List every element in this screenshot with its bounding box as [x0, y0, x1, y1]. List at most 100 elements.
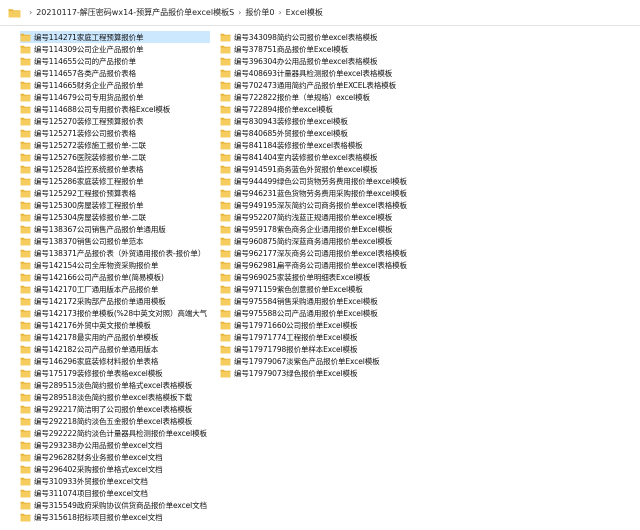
folder-item[interactable]: 编号17971660公司报价单Excel模板 [220, 319, 460, 331]
folder-item[interactable]: 编号114655公司的产品报价单 [20, 55, 210, 67]
folder-item[interactable]: 编号296282财务业务报价单excel文档 [20, 451, 210, 463]
folder-item[interactable]: 编号962981扁平商务公司通用报价单excel表格模板 [220, 259, 460, 271]
folder-item[interactable]: 编号138370销售公司报价单范本 [20, 235, 210, 247]
folder-item[interactable]: 编号315549政府采购协议供货商品报价单excel文档 [20, 499, 210, 511]
folder-item[interactable]: 编号125292工程报价预算表格 [20, 187, 210, 199]
folder-item[interactable]: 编号142170工厂通用版本产品报价单 [20, 283, 210, 295]
folder-icon [220, 237, 231, 245]
folder-item[interactable]: 编号971159紫色创意报价单Excel模板 [220, 283, 460, 295]
folder-item[interactable]: 编号146296家庭装修材料报价单表格 [20, 355, 210, 367]
breadcrumb-item[interactable]: 报价单0 [245, 7, 274, 18]
folder-item[interactable]: 编号289518淡色简约报价单excel表格模板下载 [20, 391, 210, 403]
folder-icon [20, 105, 31, 113]
folder-item[interactable]: 编号125304房屋装修报价单-二联 [20, 211, 210, 223]
folder-item[interactable]: 编号841184装修报价单excel表格模板 [220, 139, 460, 151]
folder-item[interactable]: 编号396304办公用品报价单excel表格模板 [220, 55, 460, 67]
folder-name: 编号114655公司的产品报价单 [34, 56, 137, 66]
folder-item[interactable]: 编号114271家庭工程预算报价单 [20, 31, 210, 43]
folder-item[interactable]: 编号914591商务蓝色外贸报价单excel模板 [220, 163, 460, 175]
folder-item[interactable]: 编号17971798报价单样本Excel模板 [220, 343, 460, 355]
folder-name: 编号315549政府采购协议供货商品报价单excel文档 [34, 500, 207, 510]
folder-item[interactable]: 编号138371产品报价表（外贸通用报价表-报价单） [20, 247, 210, 259]
folder-item[interactable]: 编号142173报价单模板(%28中英文对照）高端大气 [20, 307, 210, 319]
folder-name: 编号125284监控系统报价单表格 [34, 164, 144, 174]
folder-item[interactable]: 编号722822报价单（单规格）excel模板 [220, 91, 460, 103]
folder-item[interactable]: 编号125276医院装修报价单-二联 [20, 151, 210, 163]
folder-item[interactable]: 编号114688公司专用报价表格Excel模板 [20, 103, 210, 115]
folder-item[interactable]: 编号944499绿色公司货物劳务费用报价单excel模板 [220, 175, 460, 187]
folder-icon [20, 201, 31, 209]
folder-icon [20, 93, 31, 101]
folder-icon [20, 381, 31, 389]
folder-item[interactable]: 编号142182公司产品报价单通用版本 [20, 343, 210, 355]
folder-item[interactable]: 编号378751商品报价单Excel模板 [220, 43, 460, 55]
folder-item[interactable]: 编号702473通用简约产品报价单EXCEL表格模板 [220, 79, 460, 91]
folder-item[interactable]: 编号975584销售采购通用报价单Excel模板 [220, 295, 460, 307]
folder-item[interactable]: 编号969025家装报价单明细表Excel模板 [220, 271, 460, 283]
folder-name: 编号125304房屋装修报价单-二联 [34, 212, 147, 222]
folder-item[interactable]: 编号125286家庭装修工程报价单 [20, 175, 210, 187]
folder-item[interactable]: 编号125284监控系统报价单表格 [20, 163, 210, 175]
breadcrumb-separator: › [278, 8, 282, 17]
folder-item[interactable]: 编号125272装修施工报价单-二联 [20, 139, 210, 151]
folder-item[interactable]: 编号17971774工程报价单Excel模板 [220, 331, 460, 343]
folder-item[interactable]: 编号960875简约深蓝商务通用报价单excel模板 [220, 235, 460, 247]
folder-item[interactable]: 编号175179装修报价单表格excel模板 [20, 367, 210, 379]
folder-item[interactable]: 编号142178最实用的产品报价单模板 [20, 331, 210, 343]
folder-name: 编号289515淡色简约报价单格式excel表格模板 [34, 380, 193, 390]
folder-item[interactable]: 编号289515淡色简约报价单格式excel表格模板 [20, 379, 210, 391]
folder-icon [220, 333, 231, 341]
folder-icon [20, 225, 31, 233]
folder-item[interactable]: 编号296402采购报价单格式excel文档 [20, 463, 210, 475]
folder-item[interactable]: 编号114309公司企业产品报价单 [20, 43, 210, 55]
folder-item[interactable]: 编号975588公司产品通用报价单Excel模板 [220, 307, 460, 319]
folder-item[interactable]: 编号17979073绿色报价单Excel模板 [220, 367, 460, 379]
breadcrumb-item[interactable]: Excel模板 [286, 7, 323, 18]
folder-item[interactable]: 编号310933外贸报价单excel文档 [20, 475, 210, 487]
folder-item[interactable]: 编号292218简约淡色五金报价单excel表格模板 [20, 415, 210, 427]
folder-item[interactable]: 编号114665财务企业产品报价单 [20, 79, 210, 91]
folder-item[interactable]: 编号722894报价单excel模板 [220, 103, 460, 115]
folder-item[interactable]: 编号293238办公用品报价单excel文档 [20, 439, 210, 451]
folder-item[interactable]: 编号408693计量器具检测报价单excel表格模板 [220, 67, 460, 79]
folder-item[interactable]: 编号959178紫色商务企业通用报价单Excel模板 [220, 223, 460, 235]
folder-item[interactable]: 编号125271装修公司报价表格 [20, 127, 210, 139]
folder-name: 编号292217简洁明了公司报价单excel表格模板 [34, 404, 193, 414]
folder-item[interactable]: 编号292222简约淡色计量器具检测报价单excel模板 [20, 427, 210, 439]
folder-item[interactable]: 编号142154公司全库物资采购报价单 [20, 259, 210, 271]
folder-item[interactable]: 编号840685外贸报价单excel模板 [220, 127, 460, 139]
folder-item[interactable]: 编号17979067淡紫色产品报价单Excel模板 [220, 355, 460, 367]
folder-icon [20, 489, 31, 497]
folder-item[interactable]: 编号952207简约浅蓝正规通用报价单excel模板 [220, 211, 460, 223]
folder-item[interactable]: 编号125270装修工程预算报价表 [20, 115, 210, 127]
folder-icon [20, 33, 31, 41]
folder-icon [220, 297, 231, 305]
folder-item[interactable]: 编号949195深灰简约公司商务报价单excel表格模板 [220, 199, 460, 211]
folder-item[interactable]: 编号114679公司专用货品报价单 [20, 91, 210, 103]
folder-item[interactable]: 编号292217简洁明了公司报价单excel表格模板 [20, 403, 210, 415]
folder-name: 编号959178紫色商务企业通用报价单Excel模板 [234, 224, 393, 234]
folder-icon [20, 213, 31, 221]
folder-item[interactable]: 编号946231蓝色货物劳务费用采购报价单excel模板 [220, 187, 460, 199]
breadcrumb-item[interactable]: 20210117-解压密码wx14-预算产品报价单excel模板S [36, 7, 234, 18]
folder-item[interactable]: 编号125300房屋装修工程报价单 [20, 199, 210, 211]
folder-name: 编号952207简约浅蓝正规通用报价单excel模板 [234, 212, 393, 222]
address-bar[interactable]: › 20210117-解压密码wx14-预算产品报价单excel模板S › 报价… [0, 0, 640, 26]
folder-item[interactable]: 编号114657各类产品报价表格 [20, 67, 210, 79]
folder-item[interactable]: 编号142166公司产品报价单(简易模板) [20, 271, 210, 283]
folder-item[interactable]: 编号138367公司销售产品报价单通用版 [20, 223, 210, 235]
folder-item[interactable]: 编号311074项目报价单excel文档 [20, 487, 210, 499]
folder-icon [20, 345, 31, 353]
folder-item[interactable]: 编号142176外贸中英文报价单模板 [20, 319, 210, 331]
folder-icon [20, 357, 31, 365]
folder-item[interactable]: 编号315618招标项目报价单excel文档 [20, 511, 210, 523]
folder-item[interactable]: 编号142172采购部产品报价单通用模板 [20, 295, 210, 307]
folder-icon [20, 477, 31, 485]
folder-item[interactable]: 编号962177深灰商务公司通用报价单excel表格模板 [220, 247, 460, 259]
folder-item[interactable]: 编号343098简约公司报价单excel表格模板 [220, 31, 460, 43]
folder-name: 编号142154公司全库物资采购报价单 [34, 260, 159, 270]
folder-name: 编号114679公司专用货品报价单 [34, 92, 144, 102]
folder-item[interactable]: 编号841404室内装修报价单excel表格模板 [220, 151, 460, 163]
folder-item[interactable]: 编号830943装修报价单excel模板 [220, 115, 460, 127]
folder-icon [220, 45, 231, 53]
